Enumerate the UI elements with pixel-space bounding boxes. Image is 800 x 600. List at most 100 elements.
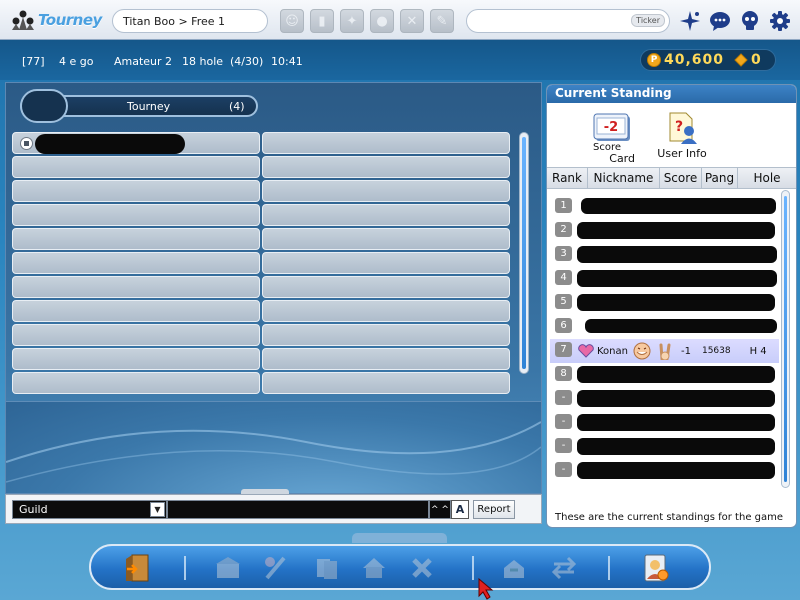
self-score: -1 bbox=[680, 345, 691, 357]
col-hole[interactable]: Hole bbox=[738, 168, 796, 188]
player-slot[interactable] bbox=[262, 372, 510, 394]
chat-channel-value: Guild bbox=[19, 503, 48, 516]
scrollbar-thumb[interactable] bbox=[522, 137, 526, 369]
player-slot[interactable] bbox=[12, 348, 260, 370]
player-slot[interactable] bbox=[12, 324, 260, 346]
chat-message-input[interactable] bbox=[167, 500, 429, 519]
tab-tourney-count: (4) bbox=[229, 100, 245, 113]
rank-badge: - bbox=[555, 414, 572, 429]
player-slot[interactable] bbox=[262, 276, 510, 298]
player-slot[interactable] bbox=[262, 132, 510, 154]
rank-badge: 4 bbox=[555, 270, 572, 285]
chat-emote-button[interactable]: ^ ^ bbox=[429, 500, 451, 519]
chat-channel-select[interactable]: Guild ▼ bbox=[12, 500, 167, 519]
standings-row[interactable]: - bbox=[555, 411, 779, 435]
rank-badge: 8 bbox=[555, 366, 572, 381]
peace-sign-icon bbox=[659, 343, 671, 360]
player-list-scrollbar[interactable] bbox=[519, 132, 529, 374]
house-icon[interactable] bbox=[359, 553, 389, 583]
standings-row[interactable]: - bbox=[555, 459, 779, 483]
profile-card-icon[interactable] bbox=[641, 553, 671, 583]
standings-row[interactable]: 1 bbox=[555, 195, 779, 219]
redacted-row bbox=[577, 294, 775, 311]
cards-icon[interactable] bbox=[312, 553, 342, 583]
gear-icon[interactable] bbox=[768, 9, 792, 33]
tab-tourney[interactable]: Tourney (4) bbox=[20, 89, 258, 123]
player-slot[interactable] bbox=[262, 156, 510, 178]
player-slot[interactable] bbox=[12, 228, 260, 250]
player-slot[interactable] bbox=[12, 204, 260, 226]
clubset-icon[interactable] bbox=[261, 553, 291, 583]
standings-scrollbar[interactable] bbox=[781, 190, 790, 488]
club-icon[interactable]: ✦ bbox=[340, 9, 364, 33]
sparkle-icon[interactable] bbox=[678, 9, 702, 33]
lobby-logo: Tourney bbox=[10, 7, 102, 33]
toolbar-tab[interactable] bbox=[352, 533, 447, 543]
avatar-icon[interactable]: ☺ bbox=[280, 9, 304, 33]
player-slot[interactable] bbox=[262, 348, 510, 370]
self-hole: H 4 bbox=[749, 345, 767, 357]
chat-log[interactable] bbox=[6, 401, 541, 493]
standings-row[interactable]: 3 bbox=[555, 243, 779, 267]
room-number: [77] bbox=[22, 55, 45, 68]
report-button[interactable]: Report bbox=[473, 500, 515, 519]
player-slot[interactable] bbox=[12, 180, 260, 202]
toolbar-divider bbox=[184, 556, 186, 580]
standings-row[interactable]: 4 bbox=[555, 267, 779, 291]
player-slot[interactable] bbox=[12, 276, 260, 298]
standings-row-self[interactable]: 7 Konan -1 15638 H 4 bbox=[550, 339, 779, 363]
standings-row[interactable]: - bbox=[555, 387, 779, 411]
col-pang[interactable]: Pang bbox=[702, 168, 738, 188]
card-icon[interactable]: ✎ bbox=[430, 9, 454, 33]
transfer-icon[interactable] bbox=[549, 553, 579, 583]
player-slot[interactable] bbox=[12, 300, 260, 322]
self-nickname: Konan bbox=[597, 345, 628, 357]
pang-amount: 40,600 bbox=[664, 52, 725, 68]
chevron-down-icon[interactable]: ▼ bbox=[150, 502, 165, 517]
shop-icon[interactable] bbox=[213, 553, 243, 583]
player-slot[interactable] bbox=[262, 300, 510, 322]
scrollbar-thumb[interactable] bbox=[784, 196, 787, 482]
player-slot[interactable] bbox=[12, 372, 260, 394]
player-slot[interactable] bbox=[262, 204, 510, 226]
rank-badge: 7 bbox=[555, 342, 572, 357]
standings-row[interactable]: 6 bbox=[555, 315, 779, 339]
ball-icon[interactable]: ● bbox=[370, 9, 394, 33]
ticker-label[interactable]: Ticker bbox=[631, 14, 665, 27]
rank-badge: - bbox=[555, 438, 572, 453]
player-slot[interactable] bbox=[12, 132, 260, 154]
user-info-button[interactable]: ? User Info bbox=[657, 111, 707, 159]
player-slot[interactable] bbox=[262, 180, 510, 202]
chat-input-bar: Guild ▼ ^ ^ A Report bbox=[5, 494, 542, 524]
standings-row[interactable]: 8 bbox=[555, 363, 779, 387]
tools-icon[interactable] bbox=[407, 553, 437, 583]
player-slot[interactable] bbox=[262, 252, 510, 274]
player-slot[interactable] bbox=[262, 324, 510, 346]
skull-icon[interactable] bbox=[738, 9, 762, 33]
toolbar-divider bbox=[608, 556, 610, 580]
heart-icon bbox=[578, 344, 594, 358]
tool-x-icon[interactable]: ✕ bbox=[400, 9, 424, 33]
exit-door-icon[interactable] bbox=[123, 553, 153, 583]
col-score[interactable]: Score bbox=[660, 168, 702, 188]
scorecard-value: -2 bbox=[604, 120, 618, 135]
scorecard-button[interactable]: -2 Score Card bbox=[589, 113, 637, 164]
redacted-row bbox=[577, 438, 775, 455]
col-nickname[interactable]: Nickname bbox=[588, 168, 660, 188]
rank-badge: 3 bbox=[555, 246, 572, 261]
standings-row[interactable]: 2 bbox=[555, 219, 779, 243]
chat-font-button[interactable]: A bbox=[451, 500, 469, 519]
standings-row[interactable]: - bbox=[555, 435, 779, 459]
svg-text:?: ? bbox=[675, 119, 683, 135]
player-slot[interactable] bbox=[12, 156, 260, 178]
player-slot[interactable] bbox=[12, 252, 260, 274]
standings-row[interactable]: 5 bbox=[555, 291, 779, 315]
lobby-return-icon[interactable] bbox=[499, 553, 529, 583]
chat-bubble-icon[interactable] bbox=[708, 9, 732, 33]
col-rank[interactable]: Rank bbox=[547, 168, 588, 188]
bag-icon[interactable]: ▮ bbox=[310, 9, 334, 33]
toolbar-divider bbox=[472, 556, 474, 580]
player-slot[interactable] bbox=[262, 228, 510, 250]
bottom-toolbar bbox=[89, 544, 711, 590]
ticker-field[interactable]: Ticker bbox=[466, 9, 670, 33]
